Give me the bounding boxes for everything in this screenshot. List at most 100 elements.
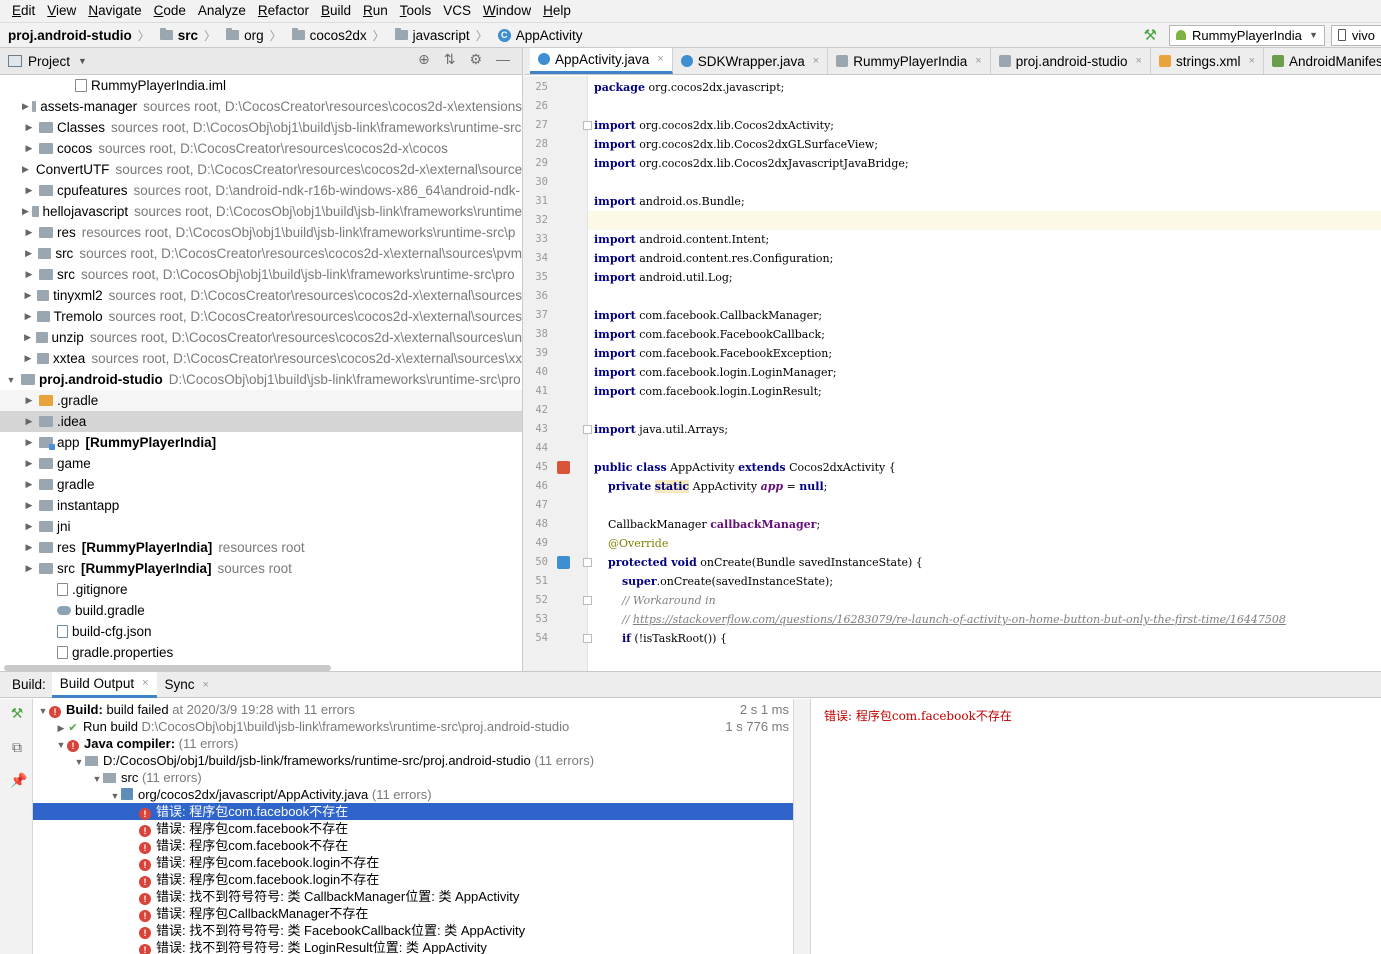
expand-right-icon[interactable]: ▶ [22,353,34,364]
expand-down-icon[interactable]: ▼ [4,375,18,385]
run-config-dropdown[interactable]: RummyPlayerIndia ▼ [1169,24,1325,46]
build-tree-row[interactable]: ▶ ✔ Run build D:\CocosObj\obj1\build\jsb-l… [33,718,793,735]
expand-right-icon[interactable]: ▶ [22,227,36,238]
menu-item-help[interactable]: Help [537,1,577,21]
build-tree-row[interactable]: ! 错误: 程序包com.facebook.login不存在 [33,871,793,888]
editor-tab[interactable]: proj.android-studio × [991,48,1151,74]
tree-item[interactable]: ▶ Classes sources root, D:\CocosObj\obj1\b… [0,117,522,138]
tab-build-output[interactable]: Build Output × [51,671,157,698]
build-tree-row[interactable]: ! 错误: 找不到符号符号: 类 LoginResult位置: 类 AppActi… [33,939,793,954]
expand-right-icon[interactable]: ▶ [22,143,36,154]
menu-item-refactor[interactable]: Refactor [252,1,315,21]
expand-right-icon[interactable]: ▶ [22,164,29,175]
build-tree-row[interactable]: ! 错误: 程序包com.facebook不存在 [33,820,793,837]
expand-right-icon[interactable]: ▶ [22,542,36,553]
code-area[interactable]: package org.cocos2dx.javascript; import o… [588,76,1381,671]
tree-item[interactable]: ▶ game [0,453,522,474]
expand-right-icon[interactable]: ▶ [22,290,34,301]
device-dropdown[interactable]: vivo [1331,24,1381,46]
breadcrumb-org[interactable]: org 〉 [224,23,290,47]
tree-item[interactable]: ▶ unzip sources root, D:\CocosCreator\reso… [0,327,522,348]
build-splitter[interactable] [793,699,811,954]
close-icon[interactable]: × [1136,55,1142,67]
build-tree-row[interactable]: ! 错误: 找不到符号符号: 类 CallbackManager位置: 类 App… [33,888,793,905]
build-tree-row[interactable]: ▼ org/cocos2dx/javascript/AppActivity.jav… [33,786,793,803]
hammer-icon[interactable]: ⚒ [10,706,24,720]
tree-item[interactable]: ▶ src [RummyPlayerIndia] sources root [0,558,522,579]
close-icon[interactable]: × [142,677,148,689]
tree-item[interactable]: ▶ src sources root, D:\CocosObj\obj1\build… [0,264,522,285]
editor-tab[interactable]: RummyPlayerIndia × [828,48,991,74]
tree-item[interactable]: ▶ instantapp [0,495,522,516]
tree-item[interactable]: build-cfg.json [0,621,522,642]
tree-item[interactable]: ▶ hellojavascript sources root, D:\CocosOb… [0,201,522,222]
expand-right-icon[interactable]: ▶ [22,563,36,574]
gear-icon[interactable]: ⚙ [469,51,482,68]
tree-item[interactable]: gradle.properties [0,642,522,663]
tree-item[interactable]: ▶ ConvertUTF sources root, D:\CocosCreator… [0,159,522,180]
expand-right-icon[interactable]: ▶ [22,101,29,112]
close-icon[interactable]: × [813,55,819,67]
tree-item[interactable]: ▶ jni [0,516,522,537]
tree-item[interactable]: ▶ .idea [0,411,522,432]
menu-item-build[interactable]: Build [315,1,357,21]
tree-item[interactable]: ▶ res resources root, D:\CocosObj\obj1\bui… [0,222,522,243]
expand-right-icon[interactable]: ▶ [22,185,36,196]
menu-item-edit[interactable]: Edit [0,1,41,21]
menu-item-vcs[interactable]: VCS [437,1,477,21]
breadcrumb-src[interactable]: src 〉 [158,23,224,47]
menu-item-tools[interactable]: Tools [394,1,438,21]
hide-icon[interactable]: — [496,51,510,68]
menu-item-run[interactable]: Run [357,1,394,21]
breadcrumb-file[interactable]: C AppActivity [496,23,585,47]
expand-right-icon[interactable]: ▶ [22,416,36,427]
close-icon[interactable]: × [1249,55,1255,67]
menu-item-window[interactable]: Window [477,1,537,21]
tree-item[interactable]: ▶ gradle [0,474,522,495]
tree-item[interactable]: .gitignore [0,579,522,600]
build-tree-row[interactable]: ▼ D:/CocosObj/obj1/build/jsb-link/framewo… [33,752,793,769]
tab-sync[interactable]: Sync × [157,672,217,698]
menu-item-navigate[interactable]: Navigate [82,1,147,21]
tree-item[interactable]: ▶ src sources root, D:\CocosCreator\resour… [0,243,522,264]
build-tree-row[interactable]: ! 错误: 找不到符号符号: 类 FacebookCallback位置: 类 Ap… [33,922,793,939]
expand-right-icon[interactable]: ▶ [22,521,36,532]
close-icon[interactable]: × [657,53,663,65]
locate-icon[interactable]: ⊕ [418,51,430,68]
menu-item-code[interactable]: Code [148,1,192,21]
build-tree-row[interactable]: ! 错误: 程序包com.facebook.login不存在 [33,854,793,871]
tree-item[interactable]: ▶ tinyxml2 sources root, D:\CocosCreator\r… [0,285,522,306]
close-icon[interactable]: × [975,55,981,67]
expand-right-icon[interactable]: ▶ [22,332,33,343]
editor-tab[interactable]: AppActivity.java × [530,48,673,74]
tree-item[interactable]: ▶ cpufeatures sources root, D:\android-ndk… [0,180,522,201]
tree-item[interactable]: RummyPlayerIndia.iml [0,75,522,96]
expand-right-icon[interactable]: ▶ [22,269,36,280]
expand-right-icon[interactable]: ▶ [22,395,36,406]
chevron-down-icon[interactable]: ▼ [78,56,87,66]
breadcrumb-project[interactable]: proj.android-studio 〉 [0,23,158,47]
expand-right-icon[interactable]: ▶ [22,122,36,133]
menu-item-view[interactable]: View [41,1,82,21]
expand-right-icon[interactable]: ▶ [22,311,34,322]
tree-item[interactable]: ▶ .gradle [0,390,522,411]
build-tree-row[interactable]: ! 错误: 程序包CallbackManager不存在 [33,905,793,922]
tree-item[interactable]: ▶ res [RummyPlayerIndia] resources root [0,537,522,558]
collapse-all-icon[interactable]: ⇅ [444,51,456,68]
expand-right-icon[interactable]: ▶ [22,206,29,217]
breadcrumb-javascript[interactable]: javascript 〉 [393,23,496,47]
build-tree-row[interactable]: ▼! Build: build failed at 2020/3/9 19:28 … [33,701,793,718]
editor-tab[interactable]: SDKWrapper.java × [673,48,829,74]
tree-item[interactable]: ▶ cocos sources root, D:\CocosCreator\reso… [0,138,522,159]
tree-item[interactable]: ▼ proj.android-studio D:\CocosObj\obj1\bui… [0,369,522,390]
close-icon[interactable]: × [203,679,209,691]
editor-tab[interactable]: AndroidManifest.x [1264,48,1381,74]
tree-item[interactable]: ▶ assets-manager sources root, D:\CocosCre… [0,96,522,117]
tree-item[interactable]: ▶ xxtea sources root, D:\CocosCreator\reso… [0,348,522,369]
build-tree-row[interactable]: ! 错误: 程序包com.facebook不存在 [33,837,793,854]
expand-right-icon[interactable]: ▶ [22,479,36,490]
tree-item[interactable]: ▶ app [RummyPlayerIndia] [0,432,522,453]
build-tree-row[interactable]: ▼! Java compiler: (11 errors) [33,735,793,752]
pin-icon[interactable]: 📌 [10,773,27,787]
project-view-title[interactable]: Project [28,54,70,69]
